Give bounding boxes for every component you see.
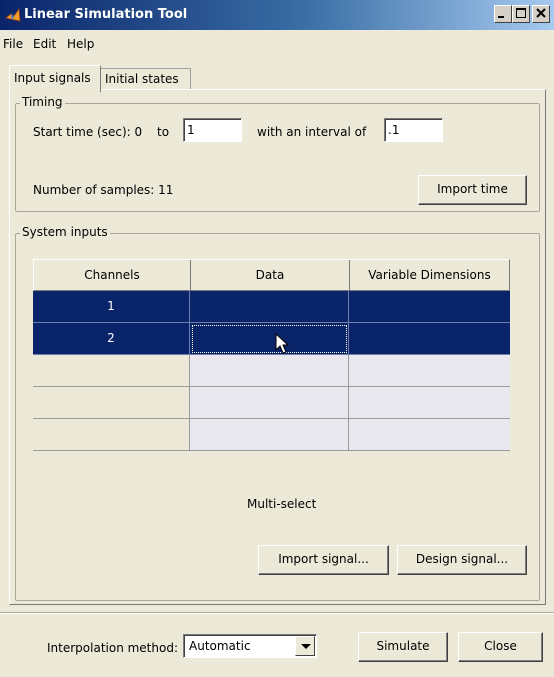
chevron-down-icon[interactable]: [295, 636, 315, 656]
samples-label: Number of samples: 11: [33, 183, 174, 197]
to-label: to: [157, 125, 170, 139]
tab-input-signals[interactable]: Input signals: [9, 65, 101, 92]
dims-cell[interactable]: [349, 323, 510, 355]
menu-edit[interactable]: Edit: [33, 37, 56, 51]
channel-cell[interactable]: [33, 355, 190, 387]
close-button[interactable]: Close: [458, 632, 543, 662]
mouse-cursor-icon: [275, 333, 290, 354]
channel-cell[interactable]: 1: [33, 291, 190, 323]
dims-cell[interactable]: [349, 355, 510, 387]
start-time-label: Start time (sec): 0: [33, 125, 143, 139]
table-row[interactable]: [33, 355, 510, 387]
system-inputs-legend: System inputs: [20, 225, 110, 239]
dims-cell[interactable]: [349, 419, 510, 451]
menu-bar: File Edit Help: [0, 30, 554, 56]
interpolation-value: Automatic: [189, 639, 251, 653]
menu-help[interactable]: Help: [67, 37, 94, 51]
interpolation-label: Interpolation method:: [47, 641, 178, 655]
tab-initial-states[interactable]: Initial states: [100, 68, 191, 90]
minimize-icon[interactable]: [494, 5, 512, 23]
interval-input[interactable]: [384, 118, 443, 142]
data-cell[interactable]: [190, 419, 349, 451]
table-row[interactable]: 1: [33, 291, 510, 323]
interval-label: with an interval of: [257, 125, 367, 139]
table-row[interactable]: [33, 387, 510, 419]
dims-cell[interactable]: [349, 387, 510, 419]
data-cell[interactable]: [190, 291, 349, 323]
data-cell[interactable]: [190, 323, 349, 355]
import-time-button[interactable]: Import time: [418, 175, 527, 205]
table-header: Channels Data Variable Dimensions: [33, 259, 510, 291]
table-row[interactable]: [33, 419, 510, 451]
maximize-icon[interactable]: [512, 5, 530, 23]
data-cell[interactable]: [190, 355, 349, 387]
channel-cell[interactable]: [33, 387, 190, 419]
import-signal-button[interactable]: Import signal...: [258, 545, 389, 575]
channel-cell[interactable]: 2: [33, 323, 190, 355]
simulate-button[interactable]: Simulate: [358, 632, 448, 662]
interpolation-select[interactable]: Automatic: [183, 634, 317, 658]
channel-cell[interactable]: [33, 419, 190, 451]
menu-file[interactable]: File: [3, 37, 23, 51]
matlab-logo-icon: [5, 7, 21, 22]
dims-cell[interactable]: [349, 291, 510, 323]
footer-separator: [0, 612, 554, 614]
end-time-input[interactable]: [183, 118, 242, 142]
close-icon[interactable]: [532, 5, 550, 23]
title-bar[interactable]: Linear Simulation Tool: [0, 0, 554, 30]
window-title: Linear Simulation Tool: [24, 7, 188, 22]
column-header-data[interactable]: Data: [191, 260, 350, 291]
design-signal-button[interactable]: Design signal...: [397, 545, 527, 575]
multi-select-label: Multi-select: [247, 497, 317, 511]
column-header-channels[interactable]: Channels: [34, 260, 191, 291]
data-cell[interactable]: [190, 387, 349, 419]
table-row[interactable]: 2: [33, 323, 510, 355]
timing-legend: Timing: [20, 95, 65, 109]
column-header-variable-dimensions[interactable]: Variable Dimensions: [350, 260, 509, 291]
